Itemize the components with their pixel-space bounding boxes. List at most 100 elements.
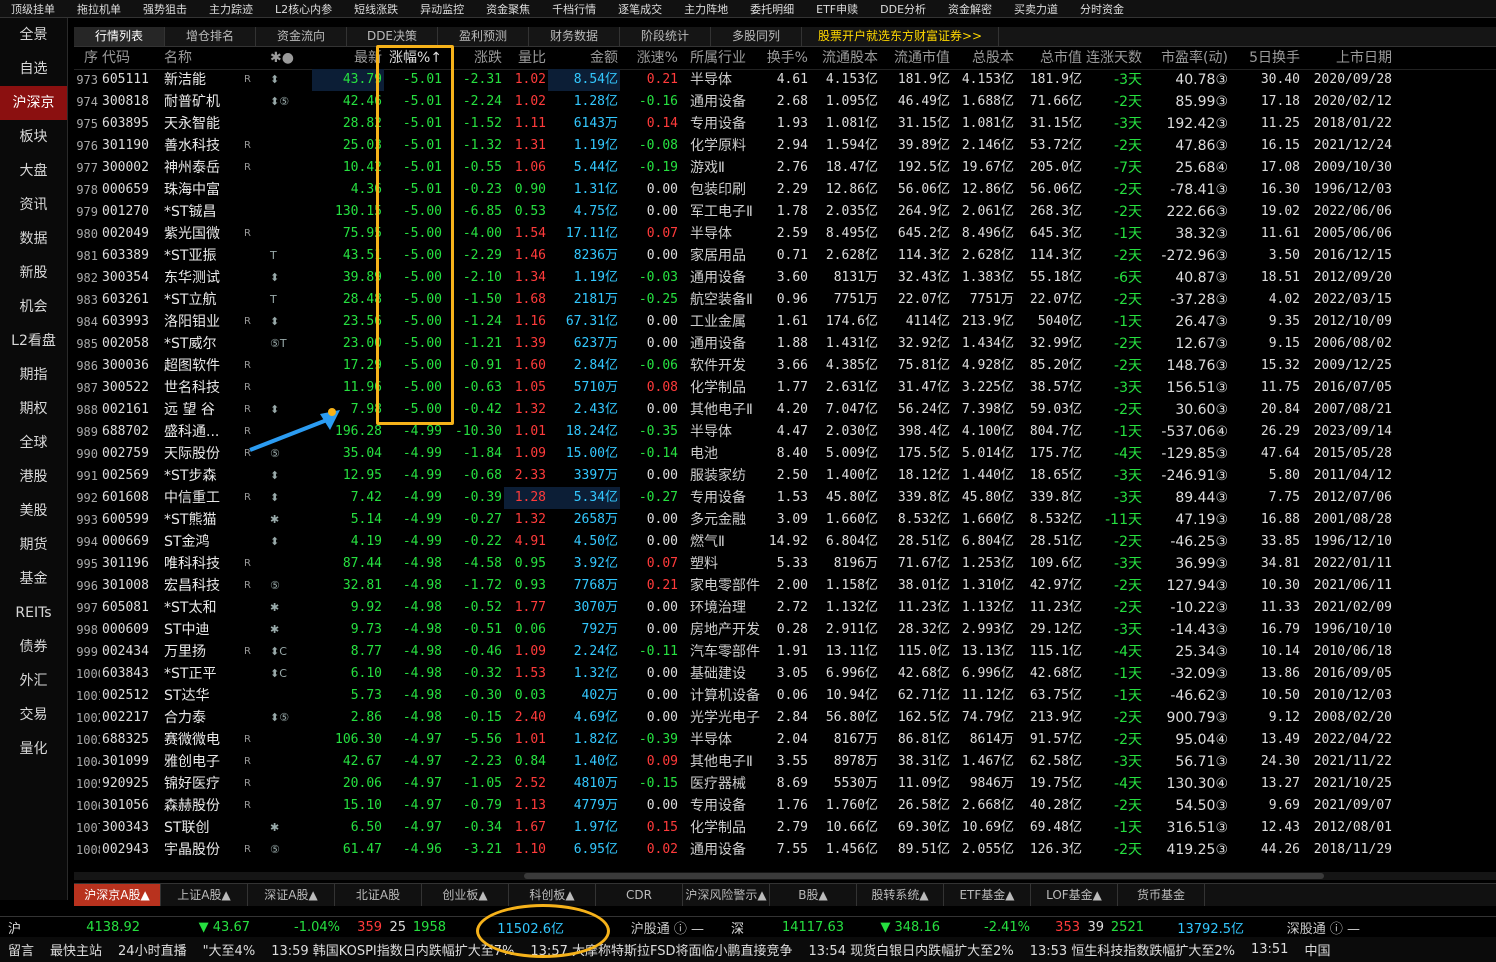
- column-header[interactable]: 最新: [312, 47, 384, 69]
- market-tab[interactable]: 上证A股▲: [161, 884, 248, 906]
- column-header[interactable]: 代码: [100, 47, 162, 69]
- sidebar-item[interactable]: 全景: [0, 18, 67, 52]
- column-header[interactable]: 金额: [548, 47, 620, 69]
- table-row[interactable]: 998 000609 ST中迪 ✱ 9.73 -4.98 -0.51 0.06 792万 0.00…: [74, 619, 1496, 641]
- ticker-link[interactable]: 最快主站: [42, 940, 110, 959]
- table-row[interactable]: 978 000659 珠海中富 4.36 -5.01 -0.23 0.90 1.31亿 0.00…: [74, 179, 1496, 201]
- list-tab[interactable]: 行情列表: [74, 27, 165, 46]
- topnav-item[interactable]: 千档行情: [541, 1, 607, 17]
- topnav-item[interactable]: 买卖力道: [1003, 1, 1069, 17]
- table-row[interactable]: 982 300354 东华测试 ⬍ 39.89 -5.00 -2.10 1.34 1.19亿 -0…: [74, 267, 1496, 289]
- topnav-item[interactable]: 短线涨跌: [343, 1, 409, 17]
- sidebar-item[interactable]: 期指: [0, 358, 67, 392]
- news-item[interactable]: 13:53 恒生科技指数跌幅扩大至2%: [1022, 940, 1243, 959]
- list-tab[interactable]: 盈利预测: [438, 27, 529, 46]
- ticker-link[interactable]: 24小时直播: [110, 940, 195, 959]
- sidebar-item[interactable]: 交易: [0, 698, 67, 732]
- table-row[interactable]: 974 300818 耐普矿机 ⬍⑤ 42.46 -5.01 -2.24 1.02 1.28亿 -…: [74, 91, 1496, 113]
- sidebar-item[interactable]: 全球: [0, 426, 67, 460]
- sz-sgt[interactable]: 深股通 ⓘ —: [1244, 918, 1360, 937]
- table-row[interactable]: 995 301196 唯科科技 R 87.44 -4.98 -4.58 0.95 3.92亿 0.…: [74, 553, 1496, 575]
- table-row[interactable]: 975 603895 天永智能 28.82 -5.01 -1.52 1.11 6143万 0.1…: [74, 113, 1496, 135]
- column-header[interactable]: 总股本: [952, 47, 1016, 69]
- column-header[interactable]: 流通股本: [810, 47, 880, 69]
- table-row[interactable]: 999 002434 万里扬 R ⬍C 8.77 -4.98 -0.46 1.09 2.24亿 -0…: [74, 641, 1496, 663]
- column-header[interactable]: ✱●: [268, 47, 312, 69]
- table-row[interactable]: 993 600599 *ST熊猫 ✱ 5.14 -4.99 -0.27 1.32 2658万 0.…: [74, 509, 1496, 531]
- sidebar-item[interactable]: L2看盘: [0, 324, 67, 358]
- sidebar-item[interactable]: 沪深京: [0, 86, 67, 120]
- table-row[interactable]: 977 300002 神州泰岳 R 10.42 -5.01 -0.55 1.06 5.44亿 -0…: [74, 157, 1496, 179]
- column-header[interactable]: 量比: [504, 47, 548, 69]
- table-row[interactable]: 981 603389 *ST亚振 T 43.51 -5.00 -2.29 1.46 8236万 0…: [74, 245, 1496, 267]
- column-header[interactable]: 涨速%: [620, 47, 680, 69]
- table-row[interactable]: 1007300343 ST联创 ✱ 6.50 -4.97 -0.34 1.67 1.97亿 0.…: [74, 817, 1496, 839]
- horizontal-scrollbar[interactable]: [74, 872, 1496, 880]
- table-row[interactable]: 1005920925 锦好医疗 R 20.06 -4.97 -1.05 2.52 4810万 -…: [74, 773, 1496, 795]
- market-tab[interactable]: CDR: [596, 884, 683, 906]
- topnav-item[interactable]: 资金聚焦: [475, 1, 541, 17]
- topnav-item[interactable]: 强势狙击: [132, 1, 198, 17]
- list-tab[interactable]: 增仓排名: [165, 27, 256, 46]
- market-tab[interactable]: LOF基金▲: [1031, 884, 1118, 906]
- market-tab[interactable]: 沪深风险警示▲: [683, 884, 770, 906]
- column-header[interactable]: 序: [74, 47, 100, 69]
- market-tab[interactable]: B股▲: [770, 884, 857, 906]
- table-row[interactable]: 980 002049 紫光国微 R 75.95 -5.00 -4.00 1.54 17.11亿 0…: [74, 223, 1496, 245]
- table-row[interactable]: 979 001270 *ST铖昌 130.15 -5.00 -6.85 0.53 4.75亿 0…: [74, 201, 1496, 223]
- news-item[interactable]: 中国: [1296, 940, 1338, 959]
- ticker-link[interactable]: 留言: [0, 940, 42, 959]
- sidebar-item[interactable]: 新股: [0, 256, 67, 290]
- topnav-item[interactable]: 异动监控: [409, 1, 475, 17]
- market-tab[interactable]: 股转系统▲: [857, 884, 944, 906]
- topnav-item[interactable]: 主力阵地: [673, 1, 739, 17]
- sidebar-item[interactable]: 美股: [0, 494, 67, 528]
- topnav-item[interactable]: 拖拉机单: [66, 1, 132, 17]
- market-tab[interactable]: 货币基金: [1118, 884, 1205, 906]
- sidebar-item[interactable]: 债券: [0, 630, 67, 664]
- sidebar-item[interactable]: 资讯: [0, 188, 67, 222]
- table-row[interactable]: 992 601608 中信重工 R ⬍ 7.42 -4.99 -0.39 1.28 5.34亿 -0…: [74, 487, 1496, 509]
- list-tab[interactable]: 多股同列: [711, 27, 802, 46]
- table-row[interactable]: 1001002512 ST达华 5.73 -4.98 -0.30 0.03 402万 0.00…: [74, 685, 1496, 707]
- sidebar-item[interactable]: 量化: [0, 732, 67, 766]
- column-header[interactable]: 所属行业: [680, 47, 760, 69]
- table-row[interactable]: 1004301099 雅创电子 R 42.67 -4.97 -2.23 0.84 1.40亿 0…: [74, 751, 1496, 773]
- table-row[interactable]: 976 301190 善水科技 R 25.03 -5.01 -1.32 1.31 1.19亿 -0…: [74, 135, 1496, 157]
- table-row[interactable]: 1002002217 合力泰 ⬍⑤ 2.86 -4.98 -0.15 2.40 4.69亿 0.…: [74, 707, 1496, 729]
- topnav-item[interactable]: 顶级挂单: [0, 1, 66, 17]
- table-row[interactable]: 984 603993 洛阳钼业 R ⬍ 23.56 -5.00 -1.24 1.16 67.31亿…: [74, 311, 1496, 333]
- market-tab[interactable]: 科创板▲: [509, 884, 596, 906]
- market-tab[interactable]: 北证A股: [335, 884, 422, 906]
- table-row[interactable]: 997 605081 *ST太和 ✱ 9.92 -4.98 -0.52 1.77 3070万 0.…: [74, 597, 1496, 619]
- topnav-item[interactable]: 逐笔成交: [607, 1, 673, 17]
- news-item[interactable]: 13:51: [1243, 942, 1296, 957]
- list-tab[interactable]: 财务数据: [529, 27, 620, 46]
- sidebar-item[interactable]: 自选: [0, 52, 67, 86]
- table-row[interactable]: 985 002058 *ST威尔 ⑤T 23.00 -5.00 -1.21 1.39 6237万…: [74, 333, 1496, 355]
- sidebar-item[interactable]: REITs: [0, 596, 67, 630]
- column-header[interactable]: 5日换手率%: [1230, 47, 1302, 69]
- sidebar-item[interactable]: 基金: [0, 562, 67, 596]
- table-row[interactable]: 986 300036 超图软件 R 17.29 -5.00 -0.91 1.60 2.84亿 -0…: [74, 355, 1496, 377]
- sidebar-item[interactable]: 港股: [0, 460, 67, 494]
- table-row[interactable]: 1003688325 赛微微电 R 106.30 -4.97 -5.56 1.01 1.82亿…: [74, 729, 1496, 751]
- column-header[interactable]: 连涨天数: [1084, 47, 1144, 69]
- sidebar-item[interactable]: 外汇: [0, 664, 67, 698]
- market-tab[interactable]: 创业板▲: [422, 884, 509, 906]
- table-row[interactable]: 973 605111 新洁能 R ⬍ 43.79 -5.01 -2.31 1.02 8.54亿 0.…: [74, 69, 1496, 91]
- news-item[interactable]: 13:54 现货白银日内跌幅扩大至2%: [801, 940, 1022, 959]
- table-row[interactable]: 1008002943 宇晶股份 R ⑤ 61.47 -4.96 -3.21 1.10 6.95亿…: [74, 839, 1496, 861]
- list-tab[interactable]: 资金流向: [256, 27, 347, 46]
- sidebar-item[interactable]: 期权: [0, 392, 67, 426]
- topnav-item[interactable]: 委托明细: [739, 1, 805, 17]
- topnav-item[interactable]: ETF申赎: [805, 1, 869, 17]
- topnav-item[interactable]: L2核心内参: [264, 1, 343, 17]
- sidebar-item[interactable]: 板块: [0, 120, 67, 154]
- sidebar-item[interactable]: 机会: [0, 290, 67, 324]
- column-header[interactable]: [242, 47, 268, 69]
- column-header[interactable]: 流通市值: [880, 47, 952, 69]
- table-row[interactable]: 1000603843 *ST正平 ⬍C 6.10 -4.98 -0.32 1.53 1.32亿…: [74, 663, 1496, 685]
- sidebar-item[interactable]: 大盘: [0, 154, 67, 188]
- topnav-item[interactable]: DDE分析: [869, 1, 937, 17]
